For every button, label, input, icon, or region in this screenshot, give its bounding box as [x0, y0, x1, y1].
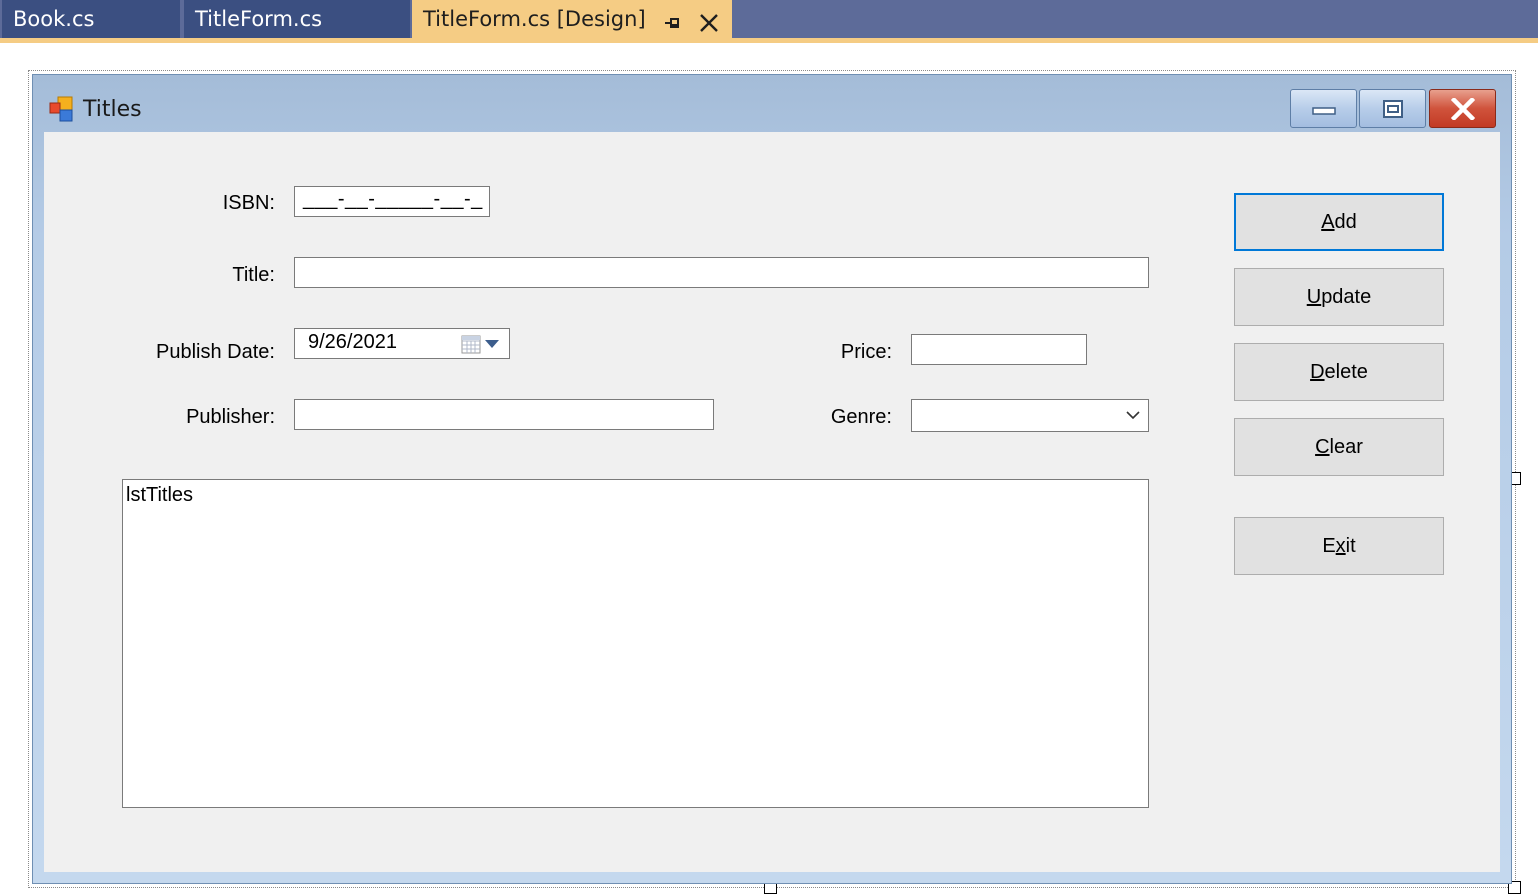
chevron-down-icon[interactable]	[1126, 409, 1140, 421]
price-input[interactable]	[911, 334, 1087, 365]
form-app-icon	[49, 96, 73, 122]
minimize-icon	[1311, 106, 1336, 115]
clear-mnemonic: C	[1315, 436, 1330, 458]
minimize-button[interactable]	[1290, 89, 1357, 128]
add-mnemonic: A	[1321, 211, 1335, 233]
form-title: Titles	[83, 97, 142, 122]
delete-label-rest: elete	[1324, 361, 1368, 383]
titles-form[interactable]: Titles ISBN: ___-__-_____-__-_ Title: Pu…	[32, 74, 1512, 884]
listbox-name-label: lstTitles	[126, 484, 194, 506]
calendar-icon[interactable]	[461, 334, 481, 354]
form-client-area: ISBN: ___-__-_____-__-_ Title: Publish D…	[44, 132, 1500, 872]
form-titlebar[interactable]: Titles	[33, 75, 1511, 132]
maximize-icon	[1382, 99, 1403, 118]
tab-label: TitleForm.cs [Design]	[423, 7, 646, 31]
title-input[interactable]	[294, 257, 1149, 288]
exit-label-pre: E	[1322, 535, 1336, 557]
publish-date-label: Publish Date:	[156, 341, 275, 363]
genre-label: Genre:	[830, 406, 892, 428]
add-button[interactable]: Add	[1234, 193, 1444, 251]
window-close-button[interactable]	[1429, 89, 1496, 128]
window-close-icon	[1450, 97, 1475, 120]
exit-label-rest: it	[1345, 535, 1356, 557]
tab-titleform-design[interactable]: TitleForm.cs [Design]	[412, 0, 732, 40]
tab-label: Book.cs	[13, 7, 95, 31]
close-icon[interactable]	[698, 12, 720, 34]
publish-date-value: 9/26/2021	[308, 331, 397, 353]
tab-titleform-cs[interactable]: TitleForm.cs	[184, 0, 410, 40]
publisher-label: Publisher:	[186, 406, 275, 428]
publisher-input[interactable]	[294, 399, 714, 430]
exit-button[interactable]: Exit	[1234, 517, 1444, 575]
dropdown-arrow-icon[interactable]	[485, 339, 499, 349]
clear-button[interactable]: Clear	[1234, 418, 1444, 476]
price-label: Price:	[840, 341, 892, 363]
title-label: Title:	[232, 264, 275, 286]
tab-label: TitleForm.cs	[195, 7, 323, 31]
update-button[interactable]: Update	[1234, 268, 1444, 326]
genre-combobox[interactable]	[911, 399, 1149, 432]
clear-label-rest: lear	[1329, 436, 1363, 458]
titles-listbox[interactable]: lstTitles	[122, 479, 1149, 808]
publish-date-picker[interactable]: 9/26/2021	[294, 328, 510, 359]
exit-mnemonic: x	[1335, 535, 1346, 557]
add-label-rest: dd	[1334, 211, 1357, 233]
update-mnemonic: U	[1306, 286, 1322, 308]
update-label-rest: pdate	[1321, 286, 1372, 308]
delete-mnemonic: D	[1310, 361, 1325, 383]
document-tab-strip: Book.cs TitleForm.cs TitleForm.cs [Desig…	[0, 0, 1538, 40]
tab-book-cs[interactable]: Book.cs	[2, 0, 180, 40]
delete-button[interactable]: Delete	[1234, 343, 1444, 401]
isbn-label: ISBN:	[222, 192, 275, 214]
isbn-masked-input[interactable]: ___-__-_____-__-_	[294, 186, 490, 217]
pin-icon[interactable]	[661, 12, 683, 34]
maximize-button[interactable]	[1359, 89, 1426, 128]
